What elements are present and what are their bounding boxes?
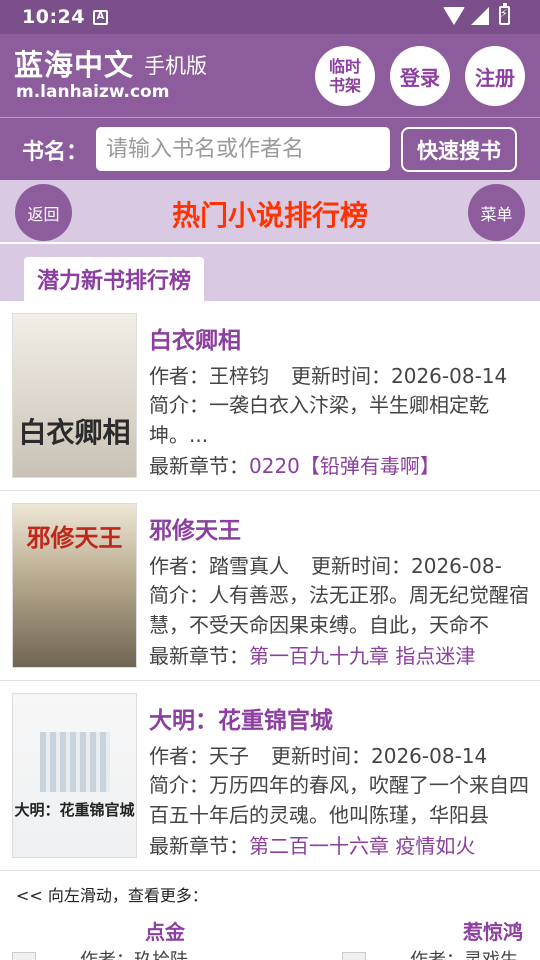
book-latest-chapter: 最新章节：第一百九十九章 指点迷津 <box>149 640 475 669</box>
book-title[interactable]: 白衣卿相 <box>149 321 241 355</box>
book-title[interactable]: 大明：花重锦官城 <box>149 701 333 735</box>
search-input[interactable] <box>96 127 390 171</box>
book-title[interactable]: 邪修天王 <box>149 511 241 545</box>
book-latest-chapter: 最新章节：0220【铅弹有毒啊】 <box>149 450 440 479</box>
book-author: 踏雪真人 <box>209 554 289 578</box>
update-label: 更新时间： <box>291 364 391 388</box>
book-author: 灵戏生 <box>464 950 518 960</box>
site-domain: m.lanhaizw.com <box>16 82 170 102</box>
book-meta: 作者：天子 更新时间：2026-08-14 <box>149 740 487 769</box>
temp-bookshelf-button[interactable]: 临时书架 <box>315 46 375 106</box>
cover-art-block <box>39 731 110 792</box>
list-item[interactable]: 白衣卿相 白衣卿相 作者：王梓钧 更新时间：2026-08-14 简介：一袭白衣入… <box>0 301 540 491</box>
cover-title-art: 大明：花重锦官城 <box>14 800 135 819</box>
carousel-book-cover[interactable] <box>12 952 36 960</box>
book-intro: 简介：万历四年的春风，吹醒了一个来自四百五十年后的灵魂。他叫陈瑾，华阳县 <box>149 773 529 827</box>
site-logo[interactable]: 蓝海中文 <box>14 42 134 84</box>
book-author: 王梓钧 <box>209 364 269 388</box>
author-label: 作者： <box>80 950 134 960</box>
author-label: 作者： <box>149 554 209 578</box>
book-update-time: 2026-08-14 <box>371 744 488 768</box>
latest-label: 最新章节： <box>149 454 249 478</box>
carousel-book-author: 作者：玖拾陆 <box>80 946 188 960</box>
author-label: 作者： <box>149 364 209 388</box>
book-meta: 作者：王梓钧 更新时间：2026-08-14 <box>149 360 507 389</box>
notification-a-icon: A <box>92 9 108 25</box>
search-label: 书名： <box>22 140 89 165</box>
latest-label: 最新章节： <box>149 834 249 858</box>
latest-chapter-link[interactable]: 第一百九十九章 指点迷津 <box>249 644 475 668</box>
search-bar: 书名： 快速搜书 <box>0 117 540 180</box>
book-author: 玖拾陆 <box>134 950 188 960</box>
carousel-book-title[interactable]: 惹惊鸿 <box>463 916 523 945</box>
book-update-time: 2026-08- <box>411 554 502 578</box>
book-author: 天子 <box>209 744 249 768</box>
site-header: 蓝海中文 手机版 m.lanhaizw.com 临时书架 登录 注册 <box>0 34 540 117</box>
update-label: 更新时间： <box>271 744 371 768</box>
cover-title-art: 白衣卿相 <box>18 415 131 449</box>
book-cover[interactable]: 大明：花重锦官城 <box>12 693 137 858</box>
book-meta: 作者：踏雪真人 更新时间：2026-08- <box>149 550 502 579</box>
title-bar: 返回 热门小说排行榜 菜单 <box>0 180 540 244</box>
latest-chapter-link[interactable]: 0220【铅弹有毒啊】 <box>249 454 440 478</box>
list-item[interactable]: 大明：花重锦官城 大明：花重锦官城 作者：天子 更新时间：2026-08-14 简… <box>0 681 540 871</box>
book-intro: 简介：人有善恶，法无正邪。周无纪觉醒宿慧，不受天命因果束缚。自此，天命不 <box>149 583 529 637</box>
quick-search-button[interactable]: 快速搜书 <box>401 127 517 172</box>
carousel-book-author: 作者：灵戏生 <box>410 946 518 960</box>
register-button[interactable]: 注册 <box>465 46 525 106</box>
site-logo-subtitle: 手机版 <box>144 54 207 78</box>
book-latest-chapter: 最新章节：第二百一十六章 疫情如火 <box>149 830 475 859</box>
author-label: 作者： <box>149 744 209 768</box>
update-label: 更新时间： <box>311 554 411 578</box>
author-label: 作者： <box>410 950 464 960</box>
tab-potential-new-books[interactable]: 潜力新书排行榜 <box>24 257 205 301</box>
signal-icon <box>471 6 489 25</box>
page-title: 热门小说排行榜 <box>171 199 368 232</box>
book-cover[interactable]: 邪修天王 <box>12 503 137 668</box>
wifi-icon <box>443 6 465 25</box>
cover-title-art: 邪修天王 <box>26 523 123 552</box>
list-item[interactable]: 邪修天王 邪修天王 作者：踏雪真人 更新时间：2026-08- 简介：人有善恶，法… <box>0 491 540 681</box>
latest-label: 最新章节： <box>149 644 249 668</box>
ranking-tabs: 潜力新书排行榜 <box>0 244 540 301</box>
carousel-book-title[interactable]: 点金 <box>145 916 185 945</box>
status-icons <box>443 3 510 25</box>
carousel-book-cover[interactable] <box>342 952 366 960</box>
swipe-hint: << 向左滑动，查看更多： <box>16 886 208 905</box>
book-intro: 简介：一袭白衣入汴梁，半生卿相定乾坤。... <box>149 393 489 447</box>
book-update-time: 2026-08-14 <box>391 364 508 388</box>
book-cover[interactable]: 白衣卿相 <box>12 313 137 478</box>
menu-button[interactable]: 菜单 <box>468 184 525 241</box>
clock: 10:24 <box>22 6 85 28</box>
battery-charging-icon <box>499 3 510 25</box>
book-list: 白衣卿相 白衣卿相 作者：王梓钧 更新时间：2026-08-14 简介：一袭白衣入… <box>0 301 540 871</box>
status-bar: 10:24 A <box>0 0 540 34</box>
latest-chapter-link[interactable]: 第二百一十六章 疫情如火 <box>249 834 475 858</box>
login-button[interactable]: 登录 <box>390 46 450 106</box>
